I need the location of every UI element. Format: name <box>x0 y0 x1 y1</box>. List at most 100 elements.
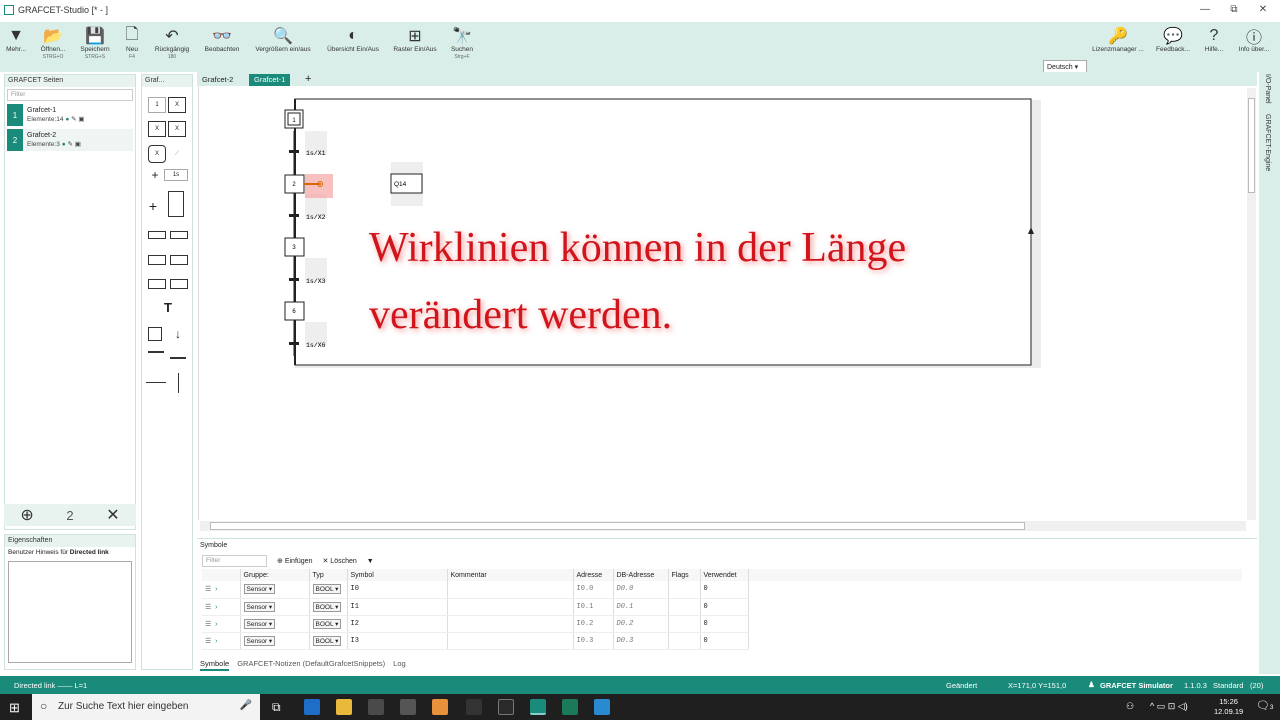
table-row[interactable]: ☰ › Sensor ▾ BOOL ▾ I3 I0.3 D0.3 0 <box>202 632 1242 650</box>
flags-cell[interactable] <box>668 615 701 633</box>
license-manager-button[interactable]: 🔑 Lizenzmanager ... <box>1090 26 1146 53</box>
drag-handle-icon[interactable]: ☰ <box>205 586 211 593</box>
db-address-cell[interactable]: D0.3 <box>613 632 669 650</box>
group-select[interactable]: Sensor ▾ <box>243 635 276 646</box>
sync-bottom-tool[interactable] <box>170 351 186 359</box>
address-cell[interactable]: I0.2 <box>573 615 614 633</box>
type-cell[interactable]: BOOL ▾ <box>309 598 348 616</box>
horizontal-scrollbar[interactable] <box>200 521 1246 531</box>
column-header[interactable]: Kommentar <box>447 569 574 581</box>
column-header[interactable]: Verwendet <box>700 569 749 581</box>
comment-cell[interactable] <box>447 598 574 616</box>
flags-cell[interactable] <box>668 632 701 650</box>
add-transition-tool[interactable]: + <box>146 198 160 214</box>
open-button[interactable]: 📂 Öffnen... STRG+O <box>36 26 70 60</box>
action-step-tool[interactable]: X <box>148 145 166 163</box>
task-view-icon[interactable]: ⧉ <box>272 700 281 715</box>
row-handle[interactable]: ☰ › <box>202 632 241 650</box>
time-transition-tool[interactable]: 1s <box>164 169 188 181</box>
edit-icon[interactable]: ✎ <box>71 116 76 123</box>
zoom-toggle-button[interactable]: 🔍 Vergrößern ein/aus <box>250 26 316 53</box>
step-transition-tool[interactable] <box>168 191 184 217</box>
new-button[interactable]: 🗋 Neu F4 <box>118 26 146 61</box>
flags-cell[interactable] <box>668 581 701 599</box>
taskbar-search-input[interactable]: ○ Zur Suche Text hier eingeben 🎤 <box>32 694 260 720</box>
symbol-cell[interactable]: I2 <box>347 615 448 633</box>
flags-cell[interactable] <box>668 598 701 616</box>
initial-step-tool[interactable]: 1 <box>148 97 166 113</box>
tab-symbols[interactable]: Symbole <box>200 659 230 671</box>
symbol-cell[interactable]: I1 <box>347 598 448 616</box>
clock[interactable]: 15:26 12.09.19 <box>1214 697 1243 717</box>
tray-icons[interactable]: ^ ▭ ⊡ ◁) <box>1150 701 1188 712</box>
column-header[interactable]: Typ <box>309 569 348 581</box>
type-cell[interactable]: BOOL ▾ <box>309 632 348 650</box>
grafcet-engine-tab[interactable]: GRAFCET-Engine <box>1264 114 1271 171</box>
group-cell[interactable]: Sensor ▾ <box>240 632 310 650</box>
column-header[interactable]: Adresse <box>573 569 614 581</box>
people-icon[interactable]: ⚇ <box>1126 701 1134 712</box>
edit-icon[interactable]: ✎ <box>67 141 72 148</box>
symbols-filter-input[interactable]: Filter <box>202 555 267 567</box>
more-button[interactable]: ▼ Mehr... <box>2 26 30 53</box>
mail-icon[interactable] <box>400 699 416 715</box>
group-cell[interactable]: Sensor ▾ <box>240 581 310 599</box>
sync-top-tool[interactable] <box>148 351 164 359</box>
group-cell[interactable]: Sensor ▾ <box>240 598 310 616</box>
vertical-line-tool[interactable] <box>178 373 179 393</box>
horizontal-line-tool[interactable] <box>146 382 166 383</box>
minimize-button[interactable]: — <box>1198 4 1212 15</box>
search-button[interactable]: 🔭 Suchen Strg+F <box>446 26 478 60</box>
macro-step-tool[interactable]: X <box>148 121 166 137</box>
comment-cell[interactable] <box>447 632 574 650</box>
tab-grafcet-1[interactable]: Grafcet-1 <box>249 74 291 86</box>
row-handle[interactable]: ☰ › <box>202 615 241 633</box>
action-event-tool[interactable] <box>170 255 188 265</box>
insert-symbol-button[interactable]: ⊕ Einfügen <box>277 557 312 565</box>
step-tool[interactable]: X <box>168 97 186 113</box>
app-icon[interactable] <box>432 699 448 715</box>
address-cell[interactable]: I0.3 <box>573 632 614 650</box>
db-address-cell[interactable]: D0.1 <box>613 598 669 616</box>
db-address-cell[interactable]: D0.0 <box>613 581 669 599</box>
io-panel-tab[interactable]: I/O-Panel <box>1264 74 1271 104</box>
arrow-down-tool[interactable]: ↓ <box>170 327 186 341</box>
windows-start-icon[interactable]: ⊞ <box>9 700 20 716</box>
symbol-cell[interactable]: I0 <box>347 581 448 599</box>
table-row[interactable]: ☰ › Sensor ▾ BOOL ▾ I0 I0.0 D0.0 0 <box>202 581 1242 599</box>
group-select[interactable]: Sensor ▾ <box>243 601 276 612</box>
grid-toggle-button[interactable]: ⊞ Raster Ein/Aus <box>390 26 440 53</box>
group-select[interactable]: Sensor ▾ <box>243 584 276 595</box>
enclosing-step-tool[interactable]: X <box>168 121 186 137</box>
pages-filter-input[interactable]: Filter <box>7 89 133 101</box>
expand-icon[interactable]: › <box>215 638 217 645</box>
maximize-button[interactable]: ⧉ <box>1227 4 1241 15</box>
address-cell[interactable]: I0.0 <box>573 581 614 599</box>
undo-button[interactable]: ↶ Rückgängig 180 <box>152 26 192 60</box>
delete-symbol-button[interactable]: ✕ Löschen <box>322 557 356 565</box>
column-header[interactable]: Gruppe: <box>240 569 310 581</box>
expand-icon[interactable]: › <box>215 586 217 593</box>
diagram-canvas[interactable]: 1 2 3 6 1s/X1 1s/X2 1s/X3 1s/X6 Q14 Wirk… <box>198 86 1246 520</box>
explorer-icon[interactable] <box>336 699 352 715</box>
info-button[interactable]: ⓘ Info über... <box>1234 26 1274 53</box>
drag-handle-icon[interactable]: ☰ <box>205 604 211 611</box>
tab-notes[interactable]: GRAFCET-Notizen (DefaultGrafcetSnippets) <box>237 659 385 671</box>
calendar-icon[interactable]: ▣ <box>78 116 84 123</box>
grafcet-studio-icon[interactable] <box>530 699 546 715</box>
comment-cell[interactable] <box>447 581 574 599</box>
scroll-thumb[interactable] <box>1248 98 1255 193</box>
store-icon[interactable] <box>368 699 384 715</box>
action-conditional-tool[interactable] <box>170 231 188 239</box>
column-header[interactable]: DB-Adresse <box>613 569 669 581</box>
microphone-icon[interactable]: 🎤 <box>240 700 252 711</box>
type-select[interactable]: BOOL ▾ <box>312 635 342 646</box>
calendar-icon[interactable]: ▣ <box>75 141 81 148</box>
text-tool[interactable]: T <box>158 299 178 315</box>
status-simulator[interactable]: GRAFCET Simulator <box>1100 681 1173 690</box>
table-row[interactable]: ☰ › Sensor ▾ BOOL ▾ I1 I0.1 D0.1 0 <box>202 598 1242 616</box>
type-cell[interactable]: BOOL ▾ <box>309 615 348 633</box>
help-button[interactable]: ? Hilfe... <box>1200 26 1228 53</box>
expand-icon[interactable]: › <box>215 621 217 628</box>
chevron-down-icon[interactable]: ▼ <box>367 558 374 565</box>
